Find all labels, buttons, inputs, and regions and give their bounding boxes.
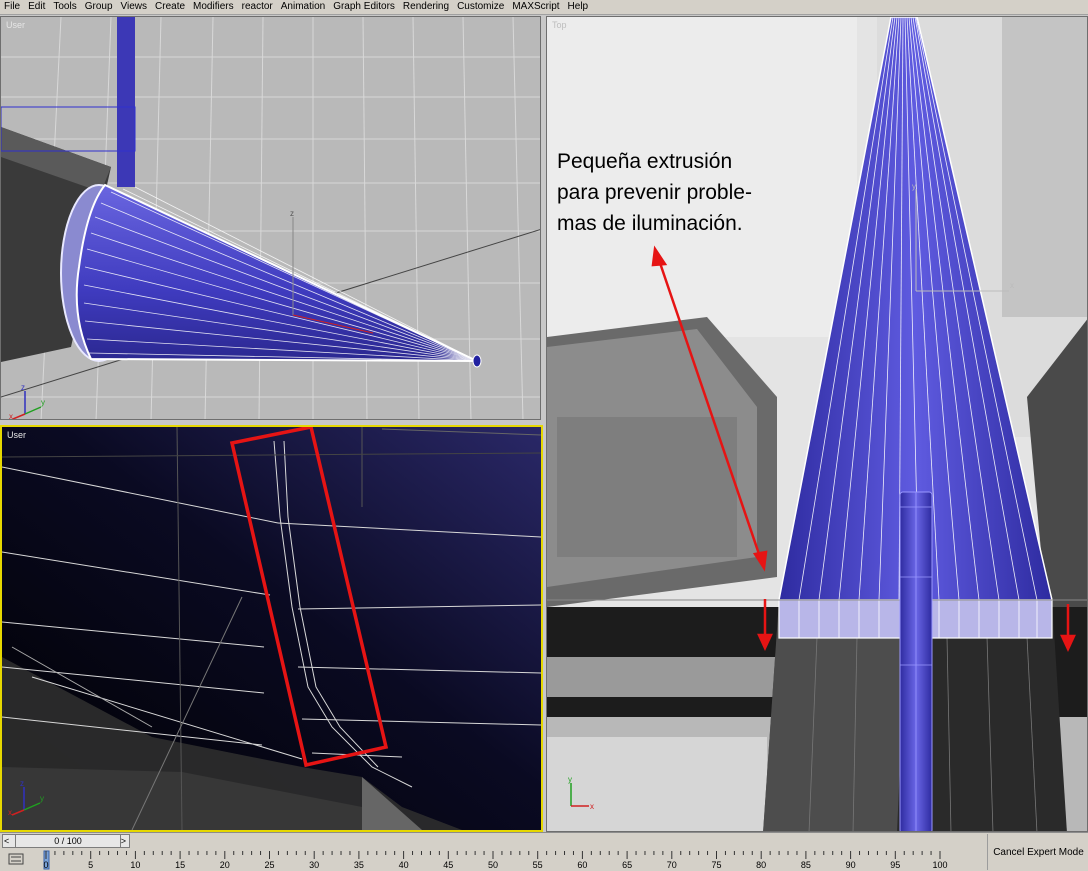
timeline-panel: < 0 / 100 > 0 5 10 15 20 25 30 35 40 45 50 55 60 65 70… [0, 832, 1088, 871]
timeline-tick-label: 85 [800, 860, 811, 870]
menu-animation[interactable]: Animation [277, 0, 329, 14]
gizmo-z-label: z [290, 209, 294, 218]
mesh-slab [117, 17, 135, 187]
menu-help[interactable]: Help [564, 0, 593, 14]
menu-tools[interactable]: Tools [49, 0, 80, 14]
timeline-tick-label: 50 [487, 860, 499, 870]
svg-text:z: z [20, 779, 24, 788]
viewport-user-bottom[interactable]: z y x User [0, 425, 543, 832]
timeline-tick-label: 30 [309, 860, 320, 870]
timeline-tick-label: 70 [666, 860, 677, 870]
timeline-tick-label: 10 [130, 860, 141, 870]
menu-group[interactable]: Group [81, 0, 117, 14]
viewport-user-top-scene: z z y x [1, 17, 540, 420]
viewport-user-top[interactable]: z z y x User [0, 16, 541, 420]
svg-text:y: y [568, 775, 572, 784]
menu-reactor[interactable]: reactor [238, 0, 277, 14]
menu-edit[interactable]: Edit [24, 0, 49, 14]
timeline-tick-label: 5 [88, 860, 94, 870]
timeline-tick-label: 35 [353, 860, 364, 870]
gizmo-x-label: x [1010, 281, 1014, 290]
timeline-tick-label: 0 [43, 860, 49, 870]
timeline-tick-label: 60 [577, 860, 588, 870]
timeline-tick-label: 45 [443, 860, 454, 870]
gizmo-y-label: y [912, 182, 916, 191]
annotation-text: Pequeña extrusión para prevenir proble- … [557, 150, 752, 235]
cancel-expert-mode-button[interactable]: Cancel Expert Mode [987, 834, 1088, 870]
timeline-tick-label: 100 [932, 860, 948, 870]
menu-create[interactable]: Create [151, 0, 189, 14]
menu-customize[interactable]: Customize [453, 0, 508, 14]
timeline-tick-label: 95 [890, 860, 901, 870]
svg-text:x: x [590, 802, 594, 811]
menu-modifiers[interactable]: Modifiers [189, 0, 238, 14]
menu-bar: File Edit Tools Group Views Create Modif… [0, 0, 1088, 15]
timeline-tick-label: 90 [845, 860, 856, 870]
timeline-track[interactable]: 0 5 10 15 20 25 30 35 40 45 50 55 60 65 70 75 80 85 90 95 10… [0, 849, 985, 871]
timeline-tick-label: 55 [532, 860, 543, 870]
time-slider-handle[interactable]: 0 / 100 [15, 835, 121, 847]
viewport-label[interactable]: User [7, 430, 26, 440]
svg-text:x: x [9, 412, 13, 420]
viewport-top-scene: y x y x [547, 17, 1087, 831]
time-slider[interactable]: < 0 / 100 > [2, 834, 130, 848]
svg-text:y: y [41, 398, 45, 407]
timeline-tick-label: 80 [756, 860, 767, 870]
menu-graph-editors[interactable]: Graph Editors [329, 0, 399, 14]
svg-text:x: x [8, 808, 12, 817]
viewport-label[interactable]: User [6, 20, 25, 30]
time-slider-prev-button[interactable]: < [4, 835, 9, 847]
timeline-tick-label: 25 [264, 860, 275, 870]
timeline-tick-label: 15 [175, 860, 186, 870]
timeline-tick-label: 40 [398, 860, 409, 870]
viewport-top[interactable]: y x y x Top [546, 16, 1088, 832]
menu-views[interactable]: Views [117, 0, 152, 14]
timeline-tick-label: 75 [711, 860, 722, 870]
svg-text:z: z [21, 383, 25, 392]
menu-rendering[interactable]: Rendering [399, 0, 453, 14]
timeline-tick-label: 65 [622, 860, 633, 870]
timeline-tick-label: 20 [219, 860, 230, 870]
viewport-label[interactable]: Top [552, 20, 567, 30]
svg-text:y: y [40, 794, 44, 803]
menu-file[interactable]: File [0, 0, 24, 14]
time-slider-next-button[interactable]: > [121, 835, 126, 847]
viewport-user-bottom-scene: z y x [2, 427, 541, 830]
menu-maxscript[interactable]: MAXScript [508, 0, 563, 14]
